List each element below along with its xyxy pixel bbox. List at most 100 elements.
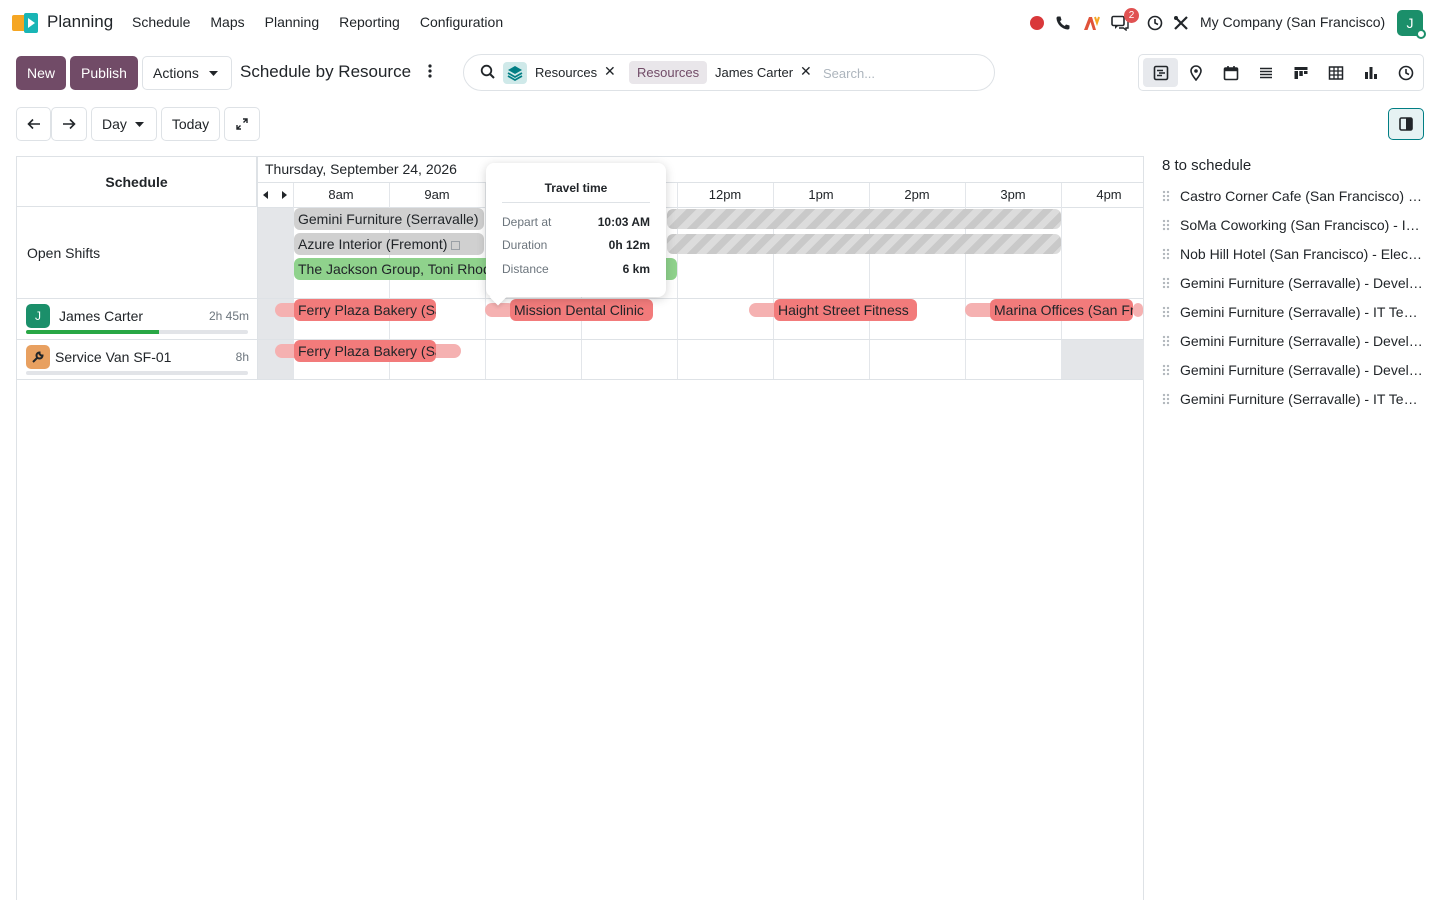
activity-view-button[interactable] <box>1388 58 1423 87</box>
shift-pill-marina-offices[interactable]: Marina Offices (San Francisco) <box>990 299 1133 321</box>
drag-handle-icon[interactable] <box>1162 219 1170 231</box>
map-view-button[interactable] <box>1178 58 1213 87</box>
unscheduled-shift-label: Gemini Furniture (Serravalle) - IT Techn… <box>1180 391 1424 407</box>
ai-icon[interactable] <box>1082 12 1102 34</box>
list-view-button[interactable] <box>1248 58 1283 87</box>
caret-down-icon <box>135 122 144 127</box>
unscheduled-shift-label: SoMa Coworking (San Francisco) - IT Tech… <box>1180 217 1424 233</box>
shift-pill-mission-dental[interactable]: Mission Dental Clinic <box>510 299 653 321</box>
debug-tools-icon[interactable] <box>1172 12 1190 34</box>
calendar-icon <box>1223 65 1238 80</box>
new-button[interactable]: New <box>16 56 66 90</box>
workload-progress-bar <box>26 330 248 334</box>
groupby-facet-value: James Carter <box>715 65 794 80</box>
scale-dropdown[interactable]: Day <box>91 107 157 141</box>
row-label-service-van[interactable]: Service Van SF-01 <box>55 349 171 365</box>
bar-chart-icon <box>1364 66 1377 79</box>
unscheduled-shift-item[interactable]: Gemini Furniture (Serravalle) - IT Techn… <box>1162 388 1424 410</box>
side-panel-toggle-button[interactable] <box>1388 108 1424 140</box>
row-label-james-carter[interactable]: James Carter <box>59 308 143 324</box>
drag-handle-icon[interactable] <box>1162 364 1170 376</box>
graph-view-button[interactable] <box>1353 58 1388 87</box>
remove-groupby-icon[interactable]: ✕ <box>800 63 812 80</box>
expand-icon <box>236 118 248 130</box>
unavailable-hatch <box>667 209 1061 229</box>
hour-label: 1pm <box>808 187 834 202</box>
activity-clock-icon[interactable] <box>1146 12 1164 34</box>
record-icon[interactable] <box>1029 12 1045 34</box>
search-input[interactable] <box>823 62 973 84</box>
tooltip-depart-value: 10:03 AM <box>597 215 650 229</box>
filter-facet-label: Resources <box>535 65 598 80</box>
menu-item-maps[interactable]: Maps <box>210 14 244 30</box>
unscheduled-shift-item[interactable]: Gemini Furniture (Serravalle) - Develope… <box>1162 330 1424 352</box>
shift-pill-haight-street[interactable]: Haight Street Fitness <box>774 299 917 321</box>
menu-item-planning[interactable]: Planning <box>265 14 320 30</box>
groupby-facet-label: Resources <box>629 61 708 84</box>
clock-icon <box>1398 65 1413 80</box>
user-initial: J <box>1406 15 1414 31</box>
page-title: Schedule by Resource <box>240 62 412 81</box>
next-period-button[interactable] <box>51 107 87 141</box>
tooltip-depart-label: Depart at <box>502 215 552 229</box>
tooltip-divider <box>502 202 650 203</box>
drag-handle-icon[interactable] <box>1162 248 1170 260</box>
expand-button[interactable] <box>224 107 260 141</box>
scroll-right-icon[interactable] <box>282 191 288 199</box>
app-name[interactable]: Planning <box>47 12 113 32</box>
calendar-view-button[interactable] <box>1213 58 1248 87</box>
messages-badge: 2 <box>1124 8 1139 23</box>
layers-icon <box>503 62 527 84</box>
resource-avatar: J <box>26 304 50 328</box>
phone-icon[interactable] <box>1054 12 1072 34</box>
unscheduled-shift-item[interactable]: Nob Hill Hotel (San Francisco) - Electri… <box>1162 243 1424 265</box>
pivot-table-icon <box>1328 65 1343 80</box>
pivot-view-button[interactable] <box>1318 58 1353 87</box>
hour-label: 9am <box>424 187 450 202</box>
actions-dropdown[interactable]: Actions <box>142 56 232 90</box>
search-icon[interactable] <box>480 64 496 80</box>
shift-pill-ferry-plaza-van[interactable]: Ferry Plaza Bakery (San Francisco) <box>294 340 436 362</box>
allocated-hours: 8h <box>235 350 249 364</box>
arrow-right-icon <box>63 118 76 130</box>
publish-button[interactable]: Publish <box>70 56 138 90</box>
drag-handle-icon[interactable] <box>1162 393 1170 405</box>
top-navbar: Planning Schedule Maps Planning Reportin… <box>0 0 1440 46</box>
workload-progress-bar <box>26 371 248 375</box>
remove-filter-icon[interactable]: ✕ <box>604 63 616 80</box>
row-divider <box>17 339 1143 340</box>
shift-pill-gemini[interactable]: Gemini Furniture (Serravalle) <box>294 208 484 230</box>
drag-handle-icon[interactable] <box>1162 335 1170 347</box>
shift-pill-ferry-plaza[interactable]: Ferry Plaza Bakery (San Francisco) <box>294 299 436 321</box>
travel-segment[interactable] <box>1133 303 1143 317</box>
menu-item-reporting[interactable]: Reporting <box>339 14 400 30</box>
unscheduled-shift-item[interactable]: Gemini Furniture (Serravalle) - Develope… <box>1162 359 1424 381</box>
gantt-view-button[interactable] <box>1143 58 1178 87</box>
previous-period-button[interactable] <box>16 107 51 141</box>
kebab-menu-icon[interactable] <box>424 64 436 82</box>
to-schedule-title: 8 to schedule <box>1162 157 1252 174</box>
user-avatar[interactable]: J <box>1397 10 1426 39</box>
shift-pill-azure[interactable]: Azure Interior (Fremont) <box>294 233 484 255</box>
today-button[interactable]: Today <box>161 107 220 141</box>
menu-item-configuration[interactable]: Configuration <box>420 14 503 30</box>
planning-app-icon[interactable] <box>12 11 40 35</box>
drag-handle-icon[interactable] <box>1162 306 1170 318</box>
unscheduled-shift-item[interactable]: Gemini Furniture (Serravalle) - Develope… <box>1162 272 1424 294</box>
drag-handle-icon[interactable] <box>1162 190 1170 202</box>
unscheduled-shift-item[interactable]: SoMa Coworking (San Francisco) - IT Tech… <box>1162 214 1424 236</box>
hour-label: 4pm <box>1096 187 1122 202</box>
tooltip-duration-value: 0h 12m <box>608 238 650 252</box>
row-divider <box>17 379 1143 380</box>
off-hours-shade <box>1061 340 1144 380</box>
unscheduled-shift-item[interactable]: Castro Corner Cafe (San Francisco) - Ele… <box>1162 185 1424 207</box>
unscheduled-shift-label: Nob Hill Hotel (San Francisco) - Electri… <box>1180 246 1424 262</box>
company-switcher[interactable]: My Company (San Francisco) <box>1200 14 1385 30</box>
hour-label: 12pm <box>708 187 742 202</box>
scroll-left-icon[interactable] <box>263 191 269 199</box>
gantt-date-label: Thursday, September 24, 2026 <box>265 161 457 177</box>
unscheduled-shift-item[interactable]: Gemini Furniture (Serravalle) - IT Techn… <box>1162 301 1424 323</box>
menu-item-schedule[interactable]: Schedule <box>132 14 190 30</box>
kanban-view-button[interactable] <box>1283 58 1318 87</box>
drag-handle-icon[interactable] <box>1162 277 1170 289</box>
